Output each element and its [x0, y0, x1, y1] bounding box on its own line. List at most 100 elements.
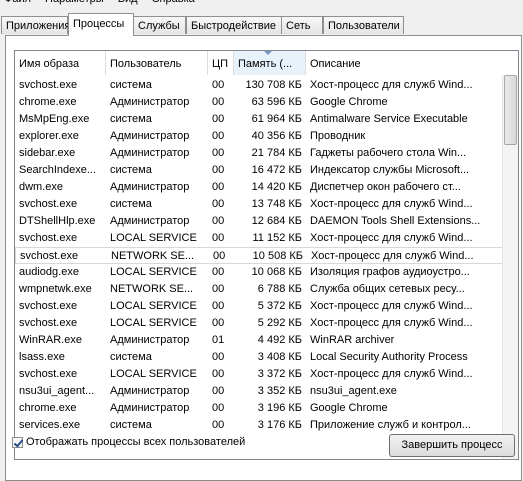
cell-name: explorer.exe — [19, 130, 79, 142]
cell-name: svchost.exe — [19, 232, 78, 244]
cell-description: Служба общих сетевых ресу... — [310, 283, 465, 295]
table-row[interactable]: dwm.exe Администратор 00 14 420 КБ Диспетчер… — [15, 179, 505, 196]
menu-item[interactable]: Файл — [4, 0, 31, 5]
cell-name: dwm.exe — [19, 181, 64, 193]
cell-memory: 12 684 КБ — [251, 215, 302, 227]
table-row[interactable]: explorer.exe Администратор 00 40 356 КБ Пров… — [15, 128, 505, 145]
cell-description: Индексатор службы Microsoft... — [310, 164, 470, 176]
column-header-memory[interactable]: Память (... — [234, 51, 306, 75]
column-header-name[interactable]: Имя образа — [15, 51, 106, 75]
table-row[interactable]: chrome.exe Администратор 00 63 596 КБ Google… — [15, 94, 505, 111]
cell-cpu: 00 — [212, 419, 225, 431]
column-header-cpu[interactable]: ЦП — [208, 51, 234, 75]
tab-strip: Приложения Процессы Службы Быстродействие Се… — [0, 13, 523, 36]
table-row[interactable]: sidebar.exe Администратор 00 21 784 КБ Гадже… — [15, 145, 505, 162]
cell-user: Администратор — [110, 385, 190, 397]
cell-name: SearchIndexe... — [19, 164, 97, 176]
cell-memory: 10 508 КБ — [252, 250, 303, 262]
cell-user: система — [110, 79, 152, 91]
cell-memory: 4 492 КБ — [257, 334, 302, 346]
column-header-user[interactable]: Пользователь — [106, 51, 208, 75]
table-row[interactable]: svchost.exe LOCAL SERVICE 00 11 152 КБ Хост-… — [15, 230, 505, 247]
cell-memory: 13 748 КБ — [251, 198, 302, 210]
cell-name: chrome.exe — [19, 402, 77, 414]
table-row[interactable]: svchost.exe система 00 13 748 КБ Хост-процес… — [15, 196, 505, 213]
cell-cpu: 00 — [212, 147, 225, 159]
cell-memory: 16 472 КБ — [251, 164, 302, 176]
table-row[interactable]: services.exe система 00 3 176 КБ Приложение … — [15, 417, 505, 434]
table-row[interactable]: lsass.exe система 00 3 408 КБ Local Security… — [15, 349, 505, 366]
cell-name: nsu3ui_agent... — [19, 385, 95, 397]
cell-user: NETWORK SE... — [110, 283, 194, 295]
cell-name: services.exe — [19, 419, 81, 431]
cell-name: WinRAR.exe — [19, 334, 82, 346]
cell-name: audiodg.exe — [19, 266, 79, 278]
cell-description: Хост-процесс для служб Wind... — [310, 232, 473, 244]
cell-user: Администратор — [110, 181, 190, 193]
cell-cpu: 00 — [212, 351, 225, 363]
cell-name: svchost.exe — [19, 368, 78, 380]
menu-item[interactable]: Справка — [152, 0, 195, 5]
menubar: Файл Параметры Вид Справка — [0, 0, 523, 7]
tab-5[interactable]: Пользователи — [323, 16, 404, 34]
tab-2[interactable]: Службы — [133, 16, 186, 34]
table-row[interactable]: chrome.exe Администратор 00 3 196 КБ Google … — [15, 400, 505, 417]
show-all-users-checkbox[interactable] — [12, 436, 23, 448]
table-row[interactable]: svchost.exe NETWORK SE... 00 10 508 КБ Хост-… — [15, 247, 505, 264]
cell-name: svchost.exe — [20, 250, 79, 262]
table-row[interactable]: svchost.exe LOCAL SERVICE 00 5 372 КБ Хост-п… — [15, 298, 505, 315]
column-header-description[interactable]: Описание — [306, 51, 505, 75]
cell-memory: 11 152 КБ — [252, 232, 302, 244]
tab-1[interactable]: Процессы — [68, 13, 134, 36]
cell-memory: 5 292 КБ — [257, 317, 302, 329]
cell-user: Администратор — [110, 334, 190, 346]
table-row[interactable]: MsMpEng.exe система 00 61 964 КБ Antimalware… — [15, 111, 505, 128]
cell-user: LOCAL SERVICE — [110, 317, 197, 329]
process-list[interactable]: Имя образа Пользователь ЦП Память (... О… — [14, 50, 519, 460]
table-row[interactable]: wmpnetwk.exe NETWORK SE... 00 6 788 КБ Служб… — [15, 281, 505, 298]
cell-description: Хост-процесс для служб Wind... — [310, 300, 473, 312]
cell-user: система — [110, 419, 152, 431]
menu-item[interactable]: Параметры — [45, 0, 104, 5]
cell-memory: 10 068 КБ — [251, 266, 302, 278]
cell-memory: 130 708 КБ — [245, 79, 302, 91]
table-row[interactable]: audiodg.exe LOCAL SERVICE 00 10 068 КБ Изоля… — [15, 264, 505, 281]
table-row[interactable]: svchost.exe LOCAL SERVICE 00 5 292 КБ Хост-п… — [15, 315, 505, 332]
scrollbar-thumb[interactable] — [504, 75, 517, 145]
cell-user: Администратор — [110, 215, 190, 227]
cell-memory: 14 420 КБ — [251, 181, 302, 193]
cell-description: DAEMON Tools Shell Extensions... — [310, 215, 481, 227]
tab-0[interactable]: Приложения — [1, 16, 70, 34]
cell-description: Local Security Authority Process — [310, 351, 468, 363]
sort-descending-icon — [264, 51, 272, 55]
cell-user: Администратор — [110, 402, 190, 414]
table-row[interactable]: SearchIndexe... система 00 16 472 КБ Индекса… — [15, 162, 505, 179]
cell-name: wmpnetwk.exe — [19, 283, 92, 295]
table-row[interactable]: nsu3ui_agent... Администратор 00 3 352 КБ ns… — [15, 383, 505, 400]
cell-cpu: 00 — [212, 232, 225, 244]
cell-memory: 3 372 КБ — [257, 368, 302, 380]
end-process-button[interactable]: Завершить процесс — [389, 434, 515, 457]
menu-item[interactable]: Вид — [118, 0, 138, 5]
tab-4[interactable]: Сеть — [281, 16, 323, 34]
table-row[interactable]: svchost.exe LOCAL SERVICE 00 3 372 КБ Хост-п… — [15, 366, 505, 383]
cell-cpu: 00 — [212, 198, 225, 210]
cell-cpu: 00 — [212, 215, 225, 227]
column-header-row: Имя образа Пользователь ЦП Память (... О… — [15, 51, 518, 75]
table-row[interactable]: WinRAR.exe Администратор 01 4 492 КБ WinRAR … — [15, 332, 505, 349]
cell-description: Приложение служб и контрол... — [310, 419, 471, 431]
table-row[interactable]: svchost.exe система 00 130 708 КБ Хост-проце… — [15, 77, 505, 94]
cell-memory: 3 176 КБ — [257, 419, 302, 431]
show-all-users-option[interactable]: Отображать процессы всех пользователей — [12, 436, 245, 450]
cell-name: svchost.exe — [19, 198, 78, 210]
cell-memory: 5 372 КБ — [257, 300, 302, 312]
cell-user: Администратор — [110, 147, 190, 159]
cell-user: LOCAL SERVICE — [110, 232, 197, 244]
table-row[interactable]: DTShellHlp.exe Администратор 00 12 684 КБ DA… — [15, 213, 505, 230]
vertical-scrollbar[interactable] — [502, 75, 518, 459]
tab-3[interactable]: Быстродействие — [186, 16, 282, 34]
cell-memory: 61 964 КБ — [251, 113, 302, 125]
cell-user: Администратор — [110, 96, 190, 108]
cell-description: Проводник — [310, 130, 366, 142]
cell-memory: 63 596 КБ — [251, 96, 302, 108]
